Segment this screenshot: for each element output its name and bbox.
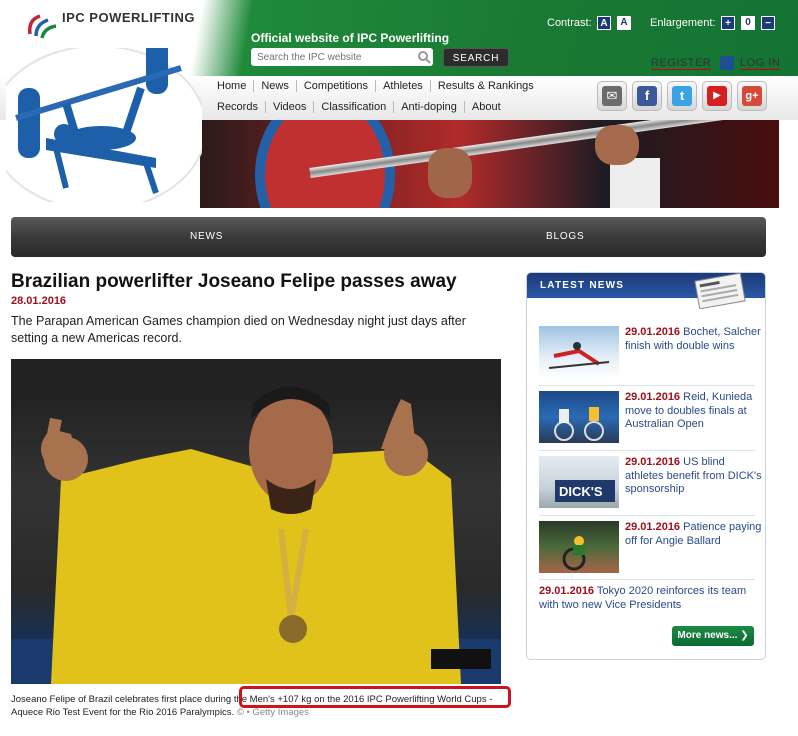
tab-news[interactable]: NEWS — [190, 217, 223, 257]
login-link[interactable]: LOG IN — [740, 57, 781, 70]
contrast-dark-button[interactable]: A — [597, 16, 611, 30]
dicks-sign-thumbnail-icon: DICK'S — [555, 480, 615, 502]
nav-about[interactable]: About — [465, 101, 508, 113]
youtube-button[interactable]: ▶ — [702, 81, 732, 111]
google-plus-icon: g+ — [742, 86, 762, 106]
search-icon[interactable] — [417, 50, 431, 64]
news-date: 29.01.2016 — [539, 585, 595, 597]
brand-name[interactable]: IPC POWERLIFTING — [62, 10, 195, 25]
article-title: Brazilian powerlifter Joseano Felipe pas… — [11, 271, 457, 292]
more-news-label: More news... — [677, 630, 738, 641]
divider — [539, 450, 755, 451]
wheelchair-racer-thumbnail-icon — [562, 536, 586, 571]
google-plus-button[interactable]: g+ — [737, 81, 767, 111]
nav-competitions[interactable]: Competitions — [297, 80, 377, 92]
news-date: 29.01.2016 — [625, 391, 681, 403]
newspaper-icon — [694, 273, 746, 309]
chevron-right-icon: ❯ — [740, 630, 749, 641]
latest-news-panel: LATEST NEWS 29.01.2016 Bochet, Salcher f… — [526, 272, 766, 660]
enlarge-plus-button[interactable]: + — [721, 16, 735, 30]
hand-right — [595, 125, 639, 165]
facebook-icon: f — [637, 86, 657, 106]
shirt — [610, 158, 660, 208]
news-date: 29.01.2016 — [625, 521, 681, 533]
nav-row-primary: Home News Competitions Athletes Results … — [210, 80, 541, 92]
caption-highlight-box — [239, 686, 511, 708]
email-icon: ✉ — [602, 86, 622, 106]
latest-news-header: LATEST NEWS — [527, 273, 765, 315]
news-thumbnail[interactable]: DICK'S — [539, 456, 619, 508]
news-thumbnail[interactable] — [539, 326, 619, 378]
contrast-light-button[interactable]: A — [617, 16, 631, 30]
hand-left — [428, 148, 472, 198]
news-headline[interactable]: 29.01.2016 Reid, Kunieda move to doubles… — [625, 391, 765, 432]
athlete-photo-illustration — [11, 359, 501, 684]
article-lead: The Parapan American Games champion died… — [11, 314, 466, 345]
user-icon — [720, 56, 734, 70]
twitter-icon: t — [672, 86, 692, 106]
more-news-button[interactable]: More news... ❯ — [672, 626, 754, 646]
enlargement-label: Enlargement: — [650, 17, 716, 29]
news-thumbnail[interactable] — [539, 391, 619, 443]
wheelchair-tennis-thumbnail-icon — [554, 407, 604, 441]
email-share-button[interactable]: ✉ — [597, 81, 627, 111]
divider — [539, 515, 755, 516]
facebook-button[interactable]: f — [632, 81, 662, 111]
section-tab-bar: NEWS BLOGS — [11, 217, 766, 257]
hero-banner-image — [200, 120, 779, 208]
latest-news-heading: LATEST NEWS — [540, 280, 625, 291]
nav-athletes[interactable]: Athletes — [376, 80, 431, 92]
news-date: 29.01.2016 — [625, 326, 681, 338]
article-photo — [11, 359, 501, 684]
nav-news[interactable]: News — [254, 80, 297, 92]
news-date: 29.01.2016 — [625, 456, 681, 468]
news-headline[interactable]: 29.01.2016 Tokyo 2020 reinforces its tea… — [539, 585, 761, 612]
photo-credit: © • Getty Images — [236, 707, 309, 718]
agitos-logo-icon[interactable] — [26, 10, 58, 42]
search-input[interactable] — [251, 48, 433, 66]
twitter-button[interactable]: t — [667, 81, 697, 111]
nav-videos[interactable]: Videos — [266, 101, 315, 113]
register-link[interactable]: REGISTER — [651, 57, 712, 70]
nav-records[interactable]: Records — [210, 101, 266, 113]
news-headline[interactable]: 29.01.2016 Bochet, Salcher finish with d… — [625, 326, 765, 353]
news-headline[interactable]: 29.01.2016 Patience paying off for Angie… — [625, 521, 765, 548]
tab-blogs[interactable]: BLOGS — [546, 217, 584, 257]
contrast-label: Contrast: — [547, 17, 592, 29]
bench-press-logo-icon[interactable] — [6, 48, 202, 202]
nav-results-rankings[interactable]: Results & Rankings — [431, 80, 541, 92]
enlarge-minus-button[interactable]: − — [761, 16, 775, 30]
enlarge-reset-button[interactable]: 0 — [741, 16, 755, 30]
news-headline[interactable]: 29.01.2016 US blind athletes benefit fro… — [625, 456, 765, 497]
skier-thumbnail-icon — [548, 342, 610, 369]
search-button[interactable]: SEARCH — [443, 48, 509, 67]
news-thumbnail[interactable] — [539, 521, 619, 573]
site-title: Official website of IPC Powerlifting — [251, 31, 450, 45]
nav-classification[interactable]: Classification — [314, 101, 395, 113]
nav-anti-doping[interactable]: Anti-doping — [394, 101, 465, 113]
article-date: 28.01.2016 — [11, 295, 67, 307]
svg-text:DICK'S: DICK'S — [559, 484, 603, 499]
divider — [539, 579, 755, 580]
nav-home[interactable]: Home — [210, 80, 255, 92]
divider — [539, 385, 755, 386]
youtube-icon: ▶ — [707, 86, 727, 106]
nav-row-secondary: Records Videos Classification Anti-dopin… — [210, 101, 508, 113]
